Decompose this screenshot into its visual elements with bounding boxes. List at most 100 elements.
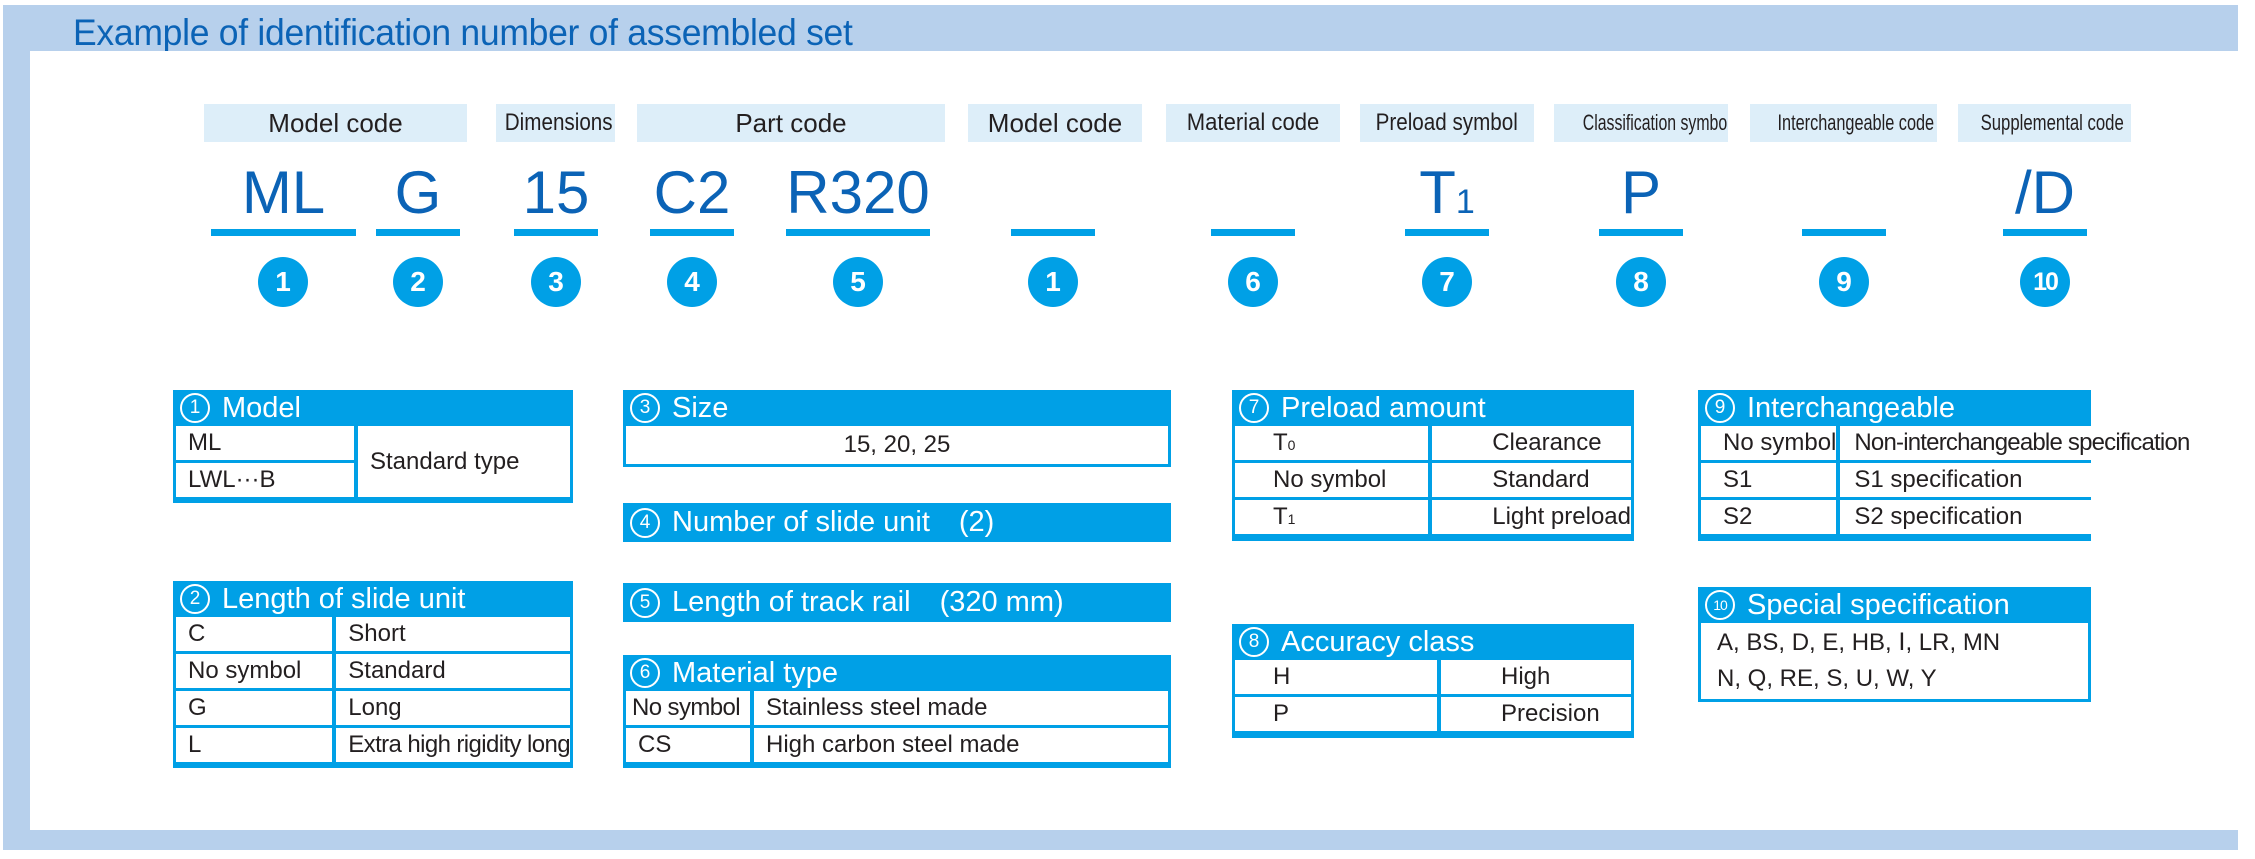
table-interchangeable-header: 9 Interchangeable xyxy=(1701,390,2088,426)
code-value-preload: T1 xyxy=(1419,159,1475,226)
symbol-cell: No symbol xyxy=(626,691,750,725)
underline-3 xyxy=(514,229,598,236)
table-preload-amount-header: 7 Preload amount xyxy=(1235,390,1631,426)
table-length-slide-unit: 2 Length of slide unit C Short No symbol S… xyxy=(173,581,573,768)
code-label-interchangeable-code: Interchangeable code xyxy=(1750,104,1937,142)
circled-number-4: 4 xyxy=(630,507,660,538)
symbol-cell: T0 xyxy=(1235,426,1429,460)
table-size-header: 3 Size xyxy=(626,390,1168,426)
circled-number-7: 7 xyxy=(1239,393,1269,423)
table-row: H High xyxy=(1235,660,1631,694)
model-symbol-cell: LWL···B xyxy=(176,463,354,497)
description-cell: High carbon steel made xyxy=(750,728,1168,762)
table-material-type-header: 6 Material type xyxy=(626,655,1168,691)
circled-number-10: 10 xyxy=(1705,590,1735,620)
code-label-preload-symbol: Preload symbol xyxy=(1360,104,1534,142)
page-title: Example of identification number of asse… xyxy=(73,12,853,53)
description-cell: Light preload xyxy=(1428,500,1631,534)
symbol-cell: No symbol xyxy=(176,654,333,688)
description-cell: Long xyxy=(332,691,570,725)
code-label-dimensions: Dimensions xyxy=(496,104,615,142)
circled-number-1: 1 xyxy=(180,393,210,423)
number-badge-10: 10 xyxy=(2020,257,2070,307)
special-specification-line-2: N, Q, RE, S, U, W, Y xyxy=(1717,665,1937,692)
symbol-cell: S2 xyxy=(1701,500,1837,534)
symbol-cell: C xyxy=(176,617,333,651)
code-value-model-2 xyxy=(1011,160,1095,226)
table-row: S1 S1 specification xyxy=(1701,463,2190,497)
underline-2 xyxy=(376,229,460,236)
table-row: ML Standard type xyxy=(176,426,570,497)
table-row: No symbol Standard xyxy=(176,654,570,688)
table-length-slide-unit-grid: C Short No symbol Standard G Long L Extra hi… xyxy=(176,614,570,765)
code-value-accuracy: P xyxy=(1620,159,1662,226)
symbol-cell: G xyxy=(176,691,333,725)
table-material-type-title: Material type xyxy=(672,657,839,689)
table-size-title: Size xyxy=(672,392,729,424)
table-row: No symbol Standard xyxy=(1235,463,1631,497)
description-cell: Extra high rigidity long xyxy=(332,728,570,762)
symbol-cell: S1 xyxy=(1701,463,1837,497)
code-value-supplemental: /D xyxy=(2015,159,2075,226)
table-model-header: 1 Model xyxy=(176,390,570,426)
table-row: T1 Light preload xyxy=(1235,500,1631,534)
table-row: C Short xyxy=(176,617,570,651)
underline-1 xyxy=(211,229,356,236)
circled-number-2: 2 xyxy=(180,584,210,614)
number-badge-9: 9 xyxy=(1819,257,1869,307)
table-row: G Long xyxy=(176,691,570,725)
symbol-cell: P xyxy=(1235,697,1437,731)
description-cell: Clearance xyxy=(1428,426,1631,460)
table-row: No symbol Non-interchangeable specificati… xyxy=(1701,426,2190,460)
code-label-classification-symbol: Classification symbol xyxy=(1554,104,1728,142)
number-badge-3: 3 xyxy=(531,257,581,307)
table-accuracy-class: 8 Accuracy class H High P Precision xyxy=(1232,624,1634,738)
code-label-supplemental-code: Supplemental code xyxy=(1958,104,2131,142)
table-row: No symbol Stainless steel made xyxy=(626,691,1168,725)
symbol-cell: No symbol xyxy=(1235,463,1429,497)
circled-number-3: 3 xyxy=(630,393,660,423)
table-preload-amount: 7 Preload amount T0 Clearance No symbol St… xyxy=(1232,390,1634,541)
description-cell: Short xyxy=(332,617,570,651)
description-cell: Stainless steel made xyxy=(750,691,1168,725)
table-row: CS High carbon steel made xyxy=(626,728,1168,762)
description-cell: S2 specification xyxy=(1836,500,2190,534)
circled-number-6: 6 xyxy=(630,658,660,688)
table-accuracy-class-grid: H High P Precision xyxy=(1235,657,1631,734)
code-label-model-code-2: Model code xyxy=(968,104,1142,142)
code-value-rail-length: R320 xyxy=(786,159,930,226)
table-size: 3 Size 15, 20, 25 xyxy=(623,390,1171,467)
table-material-type: 6 Material type No symbol Stainless steel… xyxy=(623,655,1171,768)
description-cell: Standard xyxy=(332,654,570,688)
bar-length-track-rail: 5 Length of track rail (320 mm) xyxy=(623,583,1171,622)
underline-10 xyxy=(1802,229,1886,236)
code-label-model-code: Model code xyxy=(204,104,467,142)
code-value-material xyxy=(1211,160,1295,226)
underline-6 xyxy=(1011,229,1095,236)
circled-number-9: 9 xyxy=(1705,393,1735,423)
bar-number-slide-unit: 4 Number of slide unit (2) xyxy=(623,503,1171,542)
bar-number-slide-unit-title: Number of slide unit (2) xyxy=(672,506,995,538)
code-value-length: G xyxy=(394,159,442,226)
table-preload-amount-grid: T0 Clearance No symbol Standard T1 Light pr… xyxy=(1235,423,1631,537)
model-description-cell: Standard type xyxy=(354,426,570,497)
number-badge-1b: 1 xyxy=(1028,257,1078,307)
underline-5 xyxy=(786,229,930,236)
number-badge-5: 5 xyxy=(833,257,883,307)
table-accuracy-class-title: Accuracy class xyxy=(1281,626,1475,658)
table-row: S2 S2 specification xyxy=(1701,500,2190,534)
description-cell: High xyxy=(1437,660,1631,694)
table-model: 1 Model ML Standard type LWL···B xyxy=(173,390,573,503)
underline-11 xyxy=(2003,229,2087,236)
symbol-cell: CS xyxy=(626,728,750,762)
table-length-slide-unit-header: 2 Length of slide unit xyxy=(176,581,570,617)
table-special-specification-title: Special specification xyxy=(1747,589,2010,621)
table-row: T0 Clearance xyxy=(1235,426,1631,460)
circled-number-8: 8 xyxy=(1239,627,1269,657)
number-badge-6: 6 xyxy=(1228,257,1278,307)
number-badge-8: 8 xyxy=(1616,257,1666,307)
number-badge-1: 1 xyxy=(258,257,308,307)
underline-8 xyxy=(1405,229,1489,236)
symbol-cell: H xyxy=(1235,660,1437,694)
special-specification-list: A, BS, D, E, HB, Ⅰ, LR, MN N, Q, RE, S, … xyxy=(1701,623,2088,699)
